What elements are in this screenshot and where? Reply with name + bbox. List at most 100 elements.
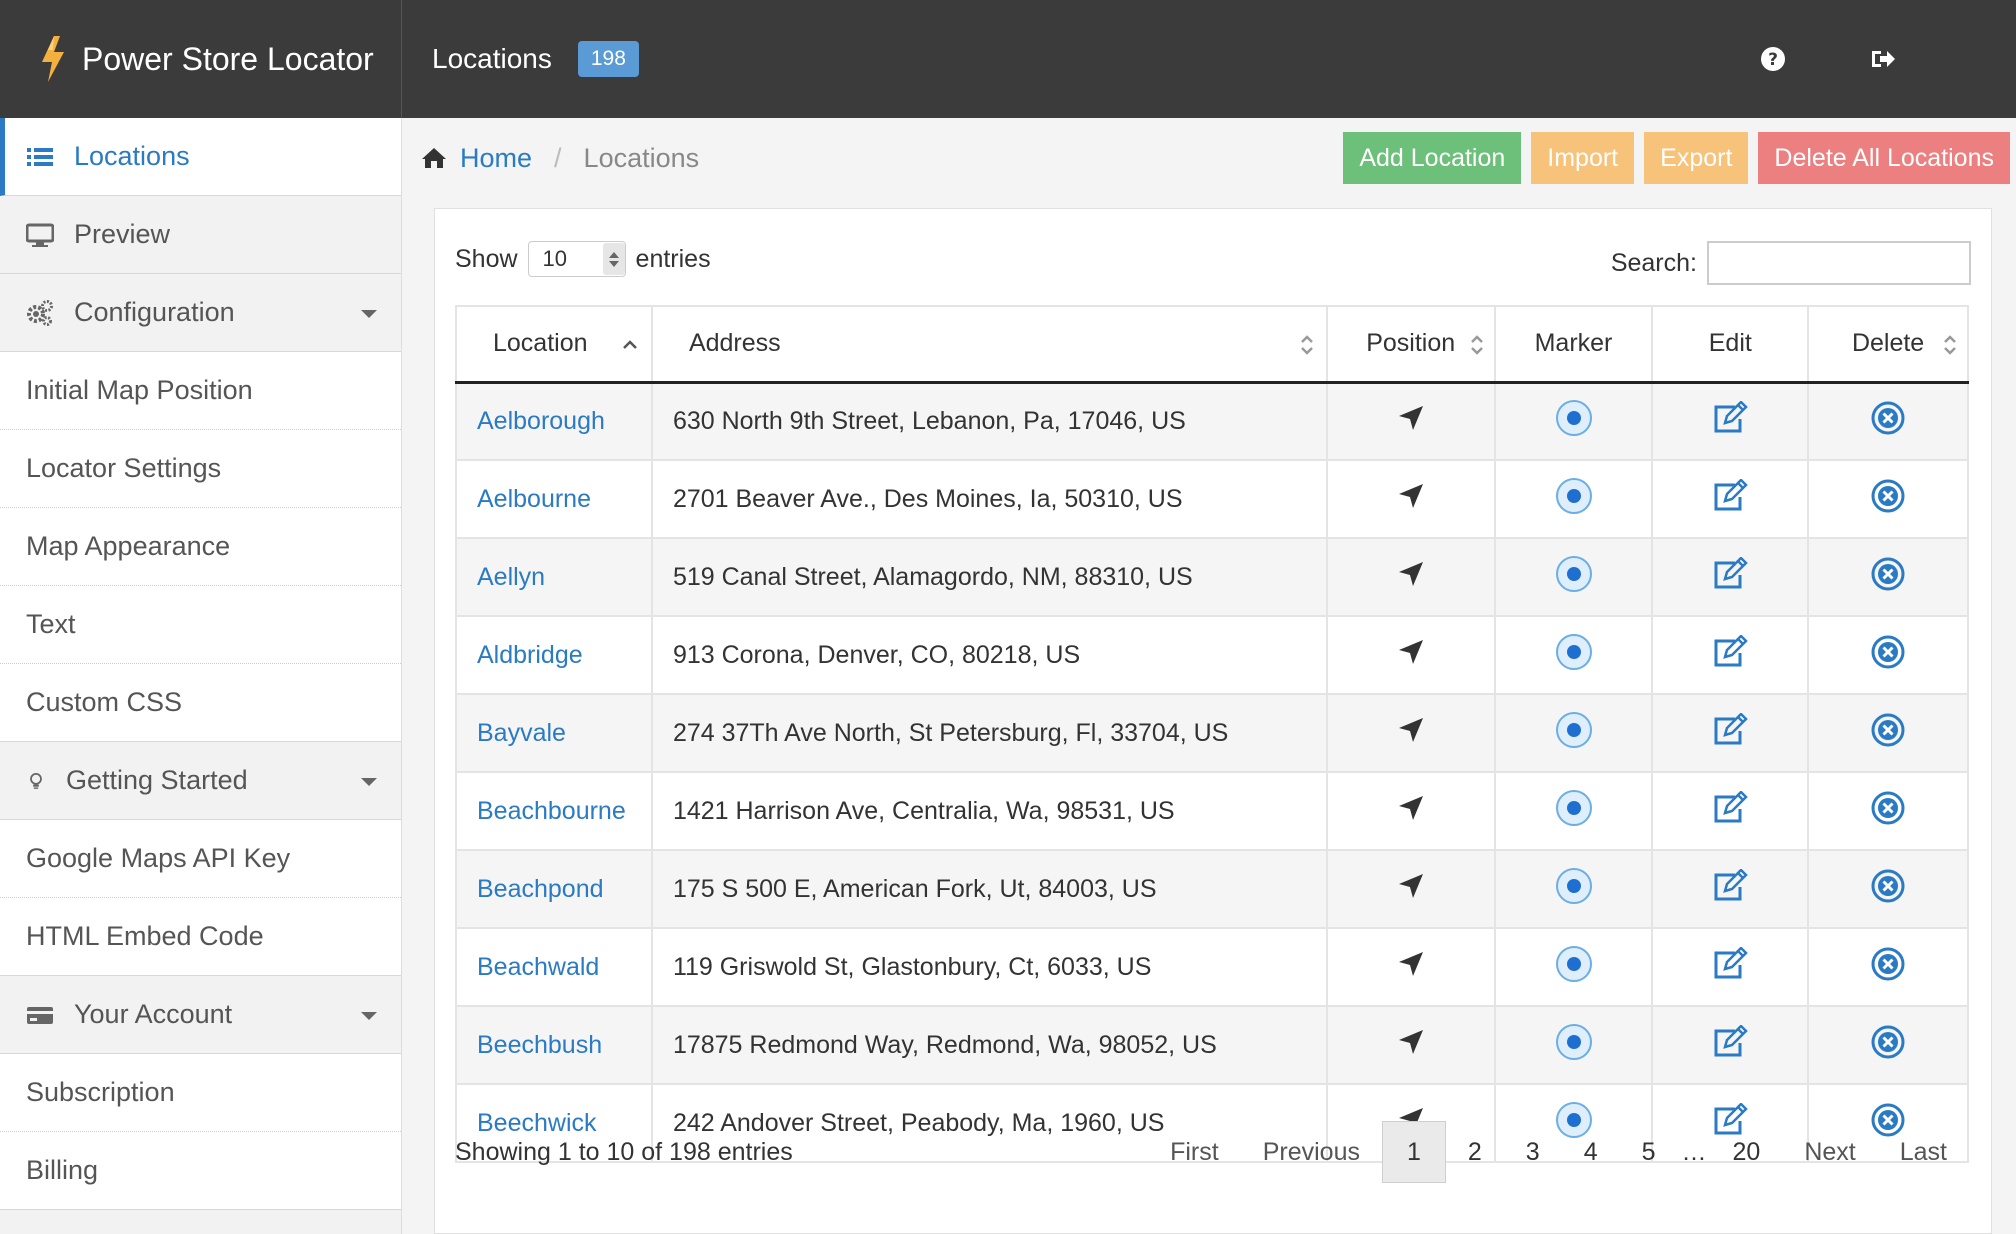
- position-arrow-icon[interactable]: [1397, 560, 1425, 595]
- edit-icon[interactable]: [1711, 399, 1749, 442]
- pagination-next[interactable]: Next: [1782, 1121, 1877, 1183]
- pagination-page-5[interactable]: 5: [1620, 1121, 1678, 1183]
- sidebar-item-custom-css[interactable]: Custom CSS: [0, 664, 401, 742]
- position-cell: [1325, 771, 1496, 851]
- chevron-down-icon: [361, 1012, 377, 1020]
- marker-icon[interactable]: [1554, 866, 1594, 913]
- marker-icon[interactable]: [1554, 1022, 1594, 1069]
- pagination-last[interactable]: Last: [1878, 1121, 1969, 1183]
- location-link[interactable]: Beachpond: [477, 875, 604, 903]
- sidebar-item-locator-settings[interactable]: Locator Settings: [0, 430, 401, 508]
- edit-icon[interactable]: [1711, 477, 1749, 520]
- location-link[interactable]: Aldbridge: [477, 641, 583, 669]
- column-header-position[interactable]: Position: [1325, 305, 1496, 384]
- pagination-page-3[interactable]: 3: [1504, 1121, 1562, 1183]
- edit-icon[interactable]: [1711, 711, 1749, 754]
- location-link[interactable]: Beachwald: [477, 953, 599, 981]
- position-arrow-icon[interactable]: [1397, 638, 1425, 673]
- sidebar-item-google-maps-api-key[interactable]: Google Maps API Key: [0, 820, 401, 898]
- breadcrumb-home-link[interactable]: Home: [460, 143, 532, 174]
- position-arrow-icon[interactable]: [1397, 1028, 1425, 1063]
- column-header-label: Address: [688, 329, 781, 358]
- location-cell: Aelbourne: [455, 459, 653, 539]
- logout-icon[interactable]: [1868, 44, 1898, 74]
- sidebar-item-text[interactable]: Text: [0, 586, 401, 664]
- location-link[interactable]: Aelborough: [477, 407, 605, 435]
- export-button[interactable]: Export: [1644, 132, 1749, 184]
- delete-icon[interactable]: [1870, 712, 1906, 755]
- delete-icon[interactable]: [1870, 946, 1906, 989]
- location-link[interactable]: Aelbourne: [477, 485, 591, 513]
- sidebar-item-html-embed-code[interactable]: HTML Embed Code: [0, 898, 401, 976]
- position-arrow-icon[interactable]: [1397, 872, 1425, 907]
- column-header-address[interactable]: Address: [650, 305, 1328, 384]
- delete-cell: [1807, 771, 1969, 851]
- marker-icon[interactable]: [1554, 476, 1594, 523]
- position-cell: [1325, 615, 1496, 695]
- edit-icon[interactable]: [1711, 789, 1749, 832]
- pagination-previous[interactable]: Previous: [1241, 1121, 1382, 1183]
- sidebar-item-locations[interactable]: Locations: [0, 118, 401, 196]
- marker-icon[interactable]: [1554, 632, 1594, 679]
- sidebar-item-label: Map Appearance: [26, 531, 231, 561]
- location-cell: Beechbush: [455, 1005, 653, 1085]
- position-arrow-icon[interactable]: [1397, 716, 1425, 751]
- marker-icon[interactable]: [1554, 944, 1594, 991]
- pagination-page-1[interactable]: 1: [1381, 1121, 1446, 1183]
- sidebar-item-configuration[interactable]: Configuration: [0, 274, 401, 352]
- marker-cell: [1493, 537, 1654, 617]
- sidebar-item-subscription[interactable]: Subscription: [0, 1054, 401, 1132]
- page-length-select[interactable]: 10: [527, 241, 626, 277]
- column-header-location[interactable]: Location: [455, 305, 653, 384]
- delete-all-locations-button[interactable]: Delete All Locations: [1758, 132, 2010, 184]
- marker-icon[interactable]: [1554, 398, 1594, 445]
- edit-cell: [1651, 459, 1810, 539]
- position-arrow-icon[interactable]: [1397, 950, 1425, 985]
- marker-icon[interactable]: [1554, 554, 1594, 601]
- marker-icon[interactable]: [1554, 788, 1594, 835]
- sidebar-item-getting-started[interactable]: Getting Started: [0, 742, 401, 820]
- pagination-page-2[interactable]: 2: [1446, 1121, 1504, 1183]
- location-cell: Aelborough: [455, 381, 653, 461]
- edit-cell: [1651, 693, 1810, 773]
- delete-cell: [1807, 537, 1969, 617]
- address-cell: 2701 Beaver Ave., Des Moines, Ia, 50310,…: [650, 459, 1328, 539]
- marker-cell: [1493, 381, 1654, 461]
- edit-icon[interactable]: [1711, 555, 1749, 598]
- edit-icon[interactable]: [1711, 945, 1749, 988]
- delete-icon[interactable]: [1870, 634, 1906, 677]
- location-link[interactable]: Aellyn: [477, 563, 545, 591]
- delete-icon[interactable]: [1870, 868, 1906, 911]
- position-arrow-icon[interactable]: [1397, 404, 1425, 439]
- sidebar-item-preview[interactable]: Preview: [0, 196, 401, 274]
- sidebar-item-your-account[interactable]: Your Account: [0, 976, 401, 1054]
- delete-icon[interactable]: [1870, 556, 1906, 599]
- edit-icon[interactable]: [1711, 633, 1749, 676]
- sidebar-item-initial-map-position[interactable]: Initial Map Position: [0, 352, 401, 430]
- location-link[interactable]: Bayvale: [477, 719, 566, 747]
- position-arrow-icon[interactable]: [1397, 482, 1425, 517]
- import-button[interactable]: Import: [1531, 132, 1635, 184]
- edit-icon[interactable]: [1711, 867, 1749, 910]
- pagination-page-4[interactable]: 4: [1562, 1121, 1620, 1183]
- sidebar-item-label: Getting Started: [66, 765, 248, 795]
- lightbulb-icon: [30, 772, 42, 789]
- delete-icon[interactable]: [1870, 400, 1906, 443]
- help-icon[interactable]: ?: [1758, 44, 1788, 74]
- search-input[interactable]: [1707, 241, 1971, 285]
- sidebar-item-map-appearance[interactable]: Map Appearance: [0, 508, 401, 586]
- delete-icon[interactable]: [1870, 478, 1906, 521]
- location-link[interactable]: Beachbourne: [477, 797, 626, 825]
- pagination-first[interactable]: First: [1148, 1121, 1241, 1183]
- brand[interactable]: Power Store Locator: [0, 0, 402, 118]
- pagination-page-20[interactable]: 20: [1711, 1121, 1783, 1183]
- marker-icon[interactable]: [1554, 710, 1594, 757]
- delete-icon[interactable]: [1870, 1024, 1906, 1067]
- position-arrow-icon[interactable]: [1397, 794, 1425, 829]
- add-location-button[interactable]: Add Location: [1343, 132, 1522, 184]
- column-header-delete[interactable]: Delete: [1807, 305, 1969, 384]
- edit-icon[interactable]: [1711, 1023, 1749, 1066]
- delete-icon[interactable]: [1870, 790, 1906, 833]
- sidebar-item-billing[interactable]: Billing: [0, 1132, 401, 1210]
- location-link[interactable]: Beechbush: [477, 1031, 602, 1059]
